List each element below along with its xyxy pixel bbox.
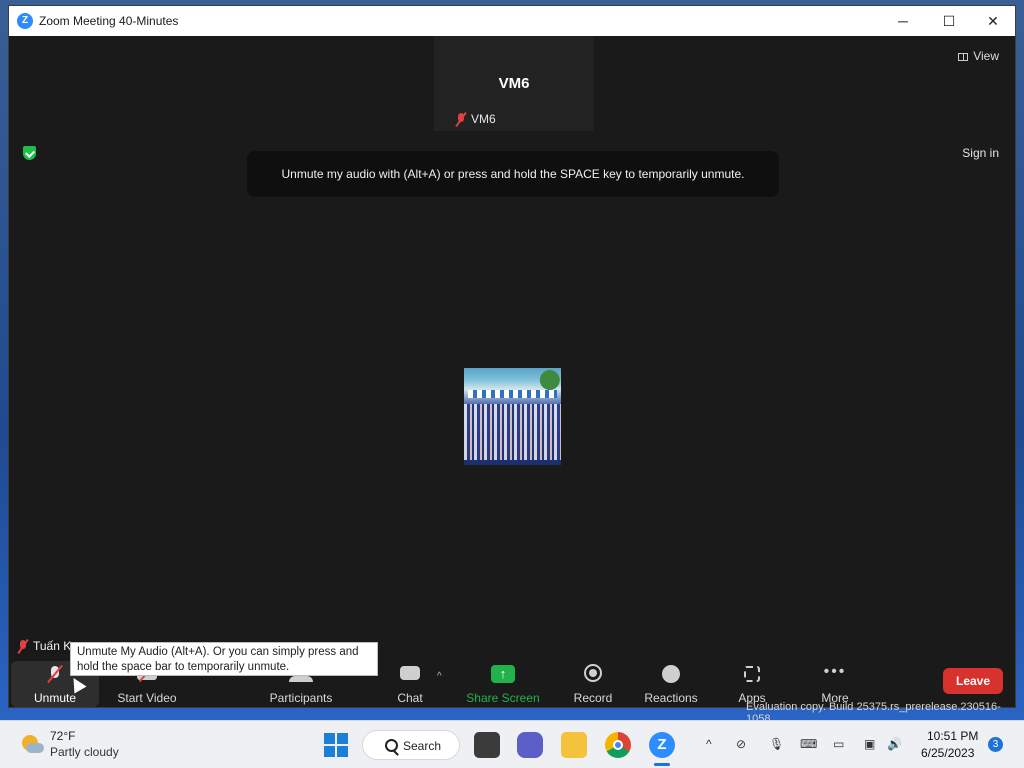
leave-button[interactable]: Leave [943, 668, 1003, 694]
participant-label-text: VM6 [471, 112, 496, 126]
active-app-indicator [654, 763, 670, 766]
chrome-icon[interactable] [605, 732, 631, 758]
self-name-text: Tuấn K [33, 639, 72, 653]
start-video-label: Start Video [117, 691, 177, 705]
chat-options-chevron-icon[interactable]: ^ [437, 671, 442, 682]
participant-display-name: VM6 [498, 75, 530, 92]
file-explorer-icon[interactable] [561, 732, 587, 758]
participant-name-label: VM6 [455, 112, 496, 127]
record-button[interactable]: Record [569, 661, 617, 707]
zoom-app-icon: Z [17, 13, 33, 29]
zoom-taskbar-icon[interactable]: Z [649, 732, 675, 758]
windows-start-icon[interactable] [324, 733, 348, 757]
taskbar-search-button[interactable]: Search [362, 730, 460, 760]
volume-icon[interactable]: 🔊 [887, 737, 902, 751]
network-disconnected-icon[interactable]: ⊘ [736, 737, 746, 751]
muted-mic-icon [455, 112, 467, 127]
participant-tile[interactable]: VM6 VM6 [434, 36, 594, 131]
search-icon [385, 739, 398, 752]
record-label: Record [573, 691, 613, 705]
share-screen-button[interactable]: ↑ Share Screen [461, 661, 545, 707]
reactions-smiley-icon [662, 665, 680, 683]
unmute-tooltip: Unmute My Audio (Alt+A). Or you can simp… [70, 642, 378, 676]
teams-chat-icon[interactable] [517, 732, 543, 758]
sign-in-link[interactable]: Sign in [962, 146, 999, 160]
task-view-icon[interactable] [474, 732, 500, 758]
notification-badge[interactable]: 3 [988, 737, 1003, 752]
devices-icon[interactable]: ▣ [864, 737, 875, 751]
show-hidden-icons-chevron-icon[interactable]: ^ [706, 737, 712, 751]
view-button[interactable]: View [958, 49, 999, 63]
maximize-button[interactable]: ☐ [926, 6, 972, 36]
self-name-label: Tuấn K [13, 639, 76, 654]
weather-partly-cloudy-icon[interactable] [20, 733, 44, 755]
minimize-button[interactable]: ─ [880, 6, 926, 36]
reactions-button[interactable]: Reactions [641, 661, 701, 707]
meeting-stage: VM6 VM6 View Sign in Unmute my audio wit… [9, 36, 1015, 661]
unmute-banner: Unmute my audio with (Alt+A) or press an… [247, 151, 779, 197]
display-icon[interactable]: ▭ [833, 737, 844, 751]
participant-profile-photo [464, 368, 561, 465]
unmute-label: Unmute [33, 691, 77, 705]
share-screen-icon: ↑ [491, 665, 515, 683]
share-screen-label: Share Screen [466, 691, 540, 705]
window-titlebar: Z Zoom Meeting 40-Minutes ─ ☐ ✕ [9, 6, 1015, 36]
muted-microphone-icon [49, 666, 61, 682]
clock-date[interactable]: 6/25/2023 [921, 746, 974, 760]
view-grid-icon [958, 52, 969, 61]
weather-temp[interactable]: 72°F [50, 729, 75, 743]
record-icon [584, 664, 602, 682]
windows-taskbar: 72°F Partly cloudy Search Z ^ ⊘ 🎙 ⌨ ▭ ▣ … [0, 720, 1024, 768]
more-dots-icon: ••• [823, 663, 847, 680]
security-shield-icon[interactable] [23, 146, 36, 160]
participants-label: Participants [269, 691, 333, 705]
clock-time[interactable]: 10:51 PM [927, 729, 978, 743]
chat-button[interactable]: Chat [387, 661, 433, 707]
self-muted-mic-icon [17, 639, 29, 654]
close-button[interactable]: ✕ [970, 6, 1016, 36]
photo-group [464, 404, 561, 460]
keyboard-icon[interactable]: ⌨ [800, 737, 817, 751]
search-label: Search [403, 739, 442, 753]
chat-label: Chat [397, 691, 423, 705]
zoom-meeting-window: Z Zoom Meeting 40-Minutes ─ ☐ ✕ VM6 VM6 … [8, 5, 1016, 708]
view-label: View [973, 49, 999, 63]
apps-icon [744, 666, 760, 682]
weather-condition[interactable]: Partly cloudy [50, 745, 119, 759]
reactions-label: Reactions [644, 691, 698, 705]
photo-banner [468, 390, 557, 398]
window-title: Zoom Meeting 40-Minutes [39, 14, 179, 28]
chat-bubble-icon [400, 666, 420, 680]
microphone-icon[interactable]: 🎙 [769, 737, 784, 751]
